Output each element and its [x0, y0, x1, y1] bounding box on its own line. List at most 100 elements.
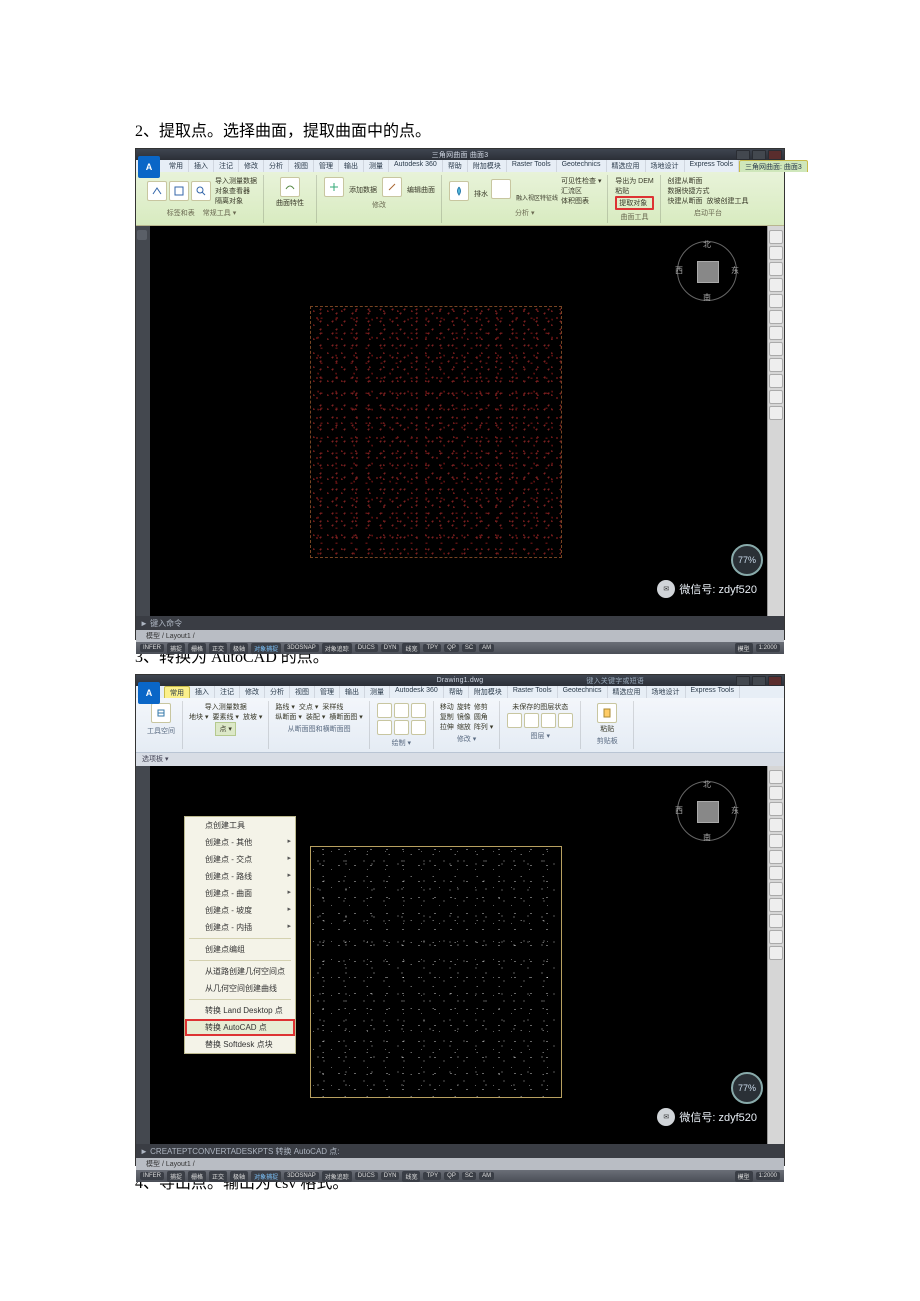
create-section-label[interactable]: 创建从断面 [667, 176, 748, 186]
add-legend-button[interactable] [169, 181, 189, 201]
tab[interactable]: Express Tools [685, 160, 739, 172]
status-chip[interactable]: DUCS [355, 1172, 378, 1180]
tool-icon[interactable] [769, 770, 783, 784]
isolate-label[interactable]: 隔离对象 [215, 196, 257, 206]
status-chip[interactable]: 3DOSNAP [284, 1172, 319, 1180]
status-chip[interactable]: SC [462, 644, 476, 652]
grading-label[interactable]: 放坡 ▾ [243, 712, 262, 722]
add-data-button[interactable] [324, 177, 344, 197]
menu-item[interactable]: 从道路创建几何空间点 [185, 963, 295, 980]
tab[interactable]: Autodesk 360 [389, 160, 443, 172]
drainage-button[interactable] [449, 181, 469, 201]
layout-tabs[interactable]: 模型 / Layout1 / [136, 630, 784, 642]
status-chip[interactable]: 对象追踪 [322, 643, 352, 654]
tab-active[interactable]: 常用 [164, 686, 190, 698]
menu-item-convert-autocad-points[interactable]: 转换 AutoCAD 点 [185, 1019, 295, 1036]
import-survey-label[interactable]: 导入测量数据 [205, 702, 247, 712]
tab[interactable]: 帮助 [444, 686, 469, 698]
points-dropdown[interactable]: 点 ▾ [215, 722, 235, 736]
maximize-button[interactable] [752, 676, 766, 686]
tab[interactable]: 修改 [240, 686, 265, 698]
status-chip[interactable]: 栅格 [188, 1171, 206, 1182]
feature-line-button[interactable] [491, 179, 511, 199]
tool-icon[interactable] [769, 246, 783, 260]
tool-icon[interactable] [769, 930, 783, 944]
tool-icon[interactable] [769, 946, 783, 960]
tool-icon[interactable] [769, 374, 783, 388]
viewcube-top[interactable] [697, 261, 719, 283]
tab[interactable]: 附加模块 [468, 160, 507, 172]
tab[interactable]: 插入 [190, 686, 215, 698]
tab-active[interactable]: 三角网曲面: 曲面3 [739, 160, 808, 172]
import-survey-label[interactable]: 导入测量数据 [215, 176, 257, 186]
menu-item[interactable]: 点创建工具 [185, 817, 295, 834]
tab[interactable]: 输出 [340, 686, 365, 698]
status-chip[interactable]: 正交 [209, 1171, 227, 1182]
status-chip[interactable]: 对象追踪 [322, 1171, 352, 1182]
drawing-canvas[interactable]: 北 南 西 东 77% ✉ 微信号: zdyf520 [150, 226, 767, 616]
tool-icon[interactable] [769, 786, 783, 800]
rotate-label[interactable]: 旋转 [457, 702, 471, 712]
command-line[interactable]: ► 键入命令 [136, 616, 784, 630]
status-chip[interactable]: 捕捉 [167, 1171, 185, 1182]
tab[interactable]: 视图 [289, 160, 314, 172]
arc-icon[interactable] [411, 703, 426, 718]
close-button[interactable] [768, 150, 782, 160]
status-chip[interactable]: INFER [140, 1172, 164, 1180]
section-view-label[interactable]: 横断面图 ▾ [329, 712, 362, 722]
status-chip[interactable]: 对象捕捉 [251, 1171, 281, 1182]
status-chip[interactable]: AM [479, 644, 494, 652]
profile-label[interactable]: 纵断面 ▾ [275, 712, 301, 722]
status-chip[interactable]: TPY [423, 1172, 441, 1180]
palette-dropdown[interactable]: 选项板 ▾ [142, 756, 168, 763]
tab[interactable]: 常用 [164, 160, 189, 172]
tab[interactable]: 附加模块 [469, 686, 508, 698]
status-model[interactable]: 模型 [735, 643, 753, 654]
tab[interactable]: 帮助 [443, 160, 468, 172]
tool-icon[interactable] [769, 882, 783, 896]
app-logo[interactable]: A [138, 156, 160, 178]
status-scale[interactable]: 1:2000 [756, 644, 780, 652]
layer-icon[interactable] [541, 713, 556, 728]
tab[interactable]: 分析 [265, 686, 290, 698]
tool-icon[interactable] [769, 278, 783, 292]
menu-item[interactable]: 转换 Land Desktop 点 [185, 1002, 295, 1019]
layer-state-label[interactable]: 未保存的图层状态 [512, 702, 568, 712]
tab[interactable]: 插入 [189, 160, 214, 172]
layer-icon[interactable] [524, 713, 539, 728]
tab[interactable]: Geotechnics [557, 160, 607, 172]
close-button[interactable] [768, 676, 782, 686]
catchment-label[interactable]: 汇流区 [561, 186, 601, 196]
menu-item[interactable]: 创建点 - 坡度▸ [185, 902, 295, 919]
mirror-label[interactable]: 镜像 [457, 712, 471, 722]
zoom-badge[interactable]: 77% [731, 1072, 763, 1104]
intersection-label[interactable]: 交点 ▾ [299, 702, 318, 712]
tool-icon[interactable] [769, 310, 783, 324]
add-label-button[interactable] [147, 181, 167, 201]
status-chip[interactable]: 3DOSNAP [284, 644, 319, 652]
tab[interactable]: 分析 [264, 160, 289, 172]
status-chip[interactable]: DYN [381, 1172, 400, 1180]
parcel-label[interactable]: 地块 ▾ [189, 712, 208, 722]
status-chip[interactable]: 线宽 [402, 1171, 420, 1182]
fillet-label[interactable]: 圆角 [474, 712, 488, 722]
status-chip[interactable]: DYN [381, 644, 400, 652]
tab[interactable]: 精选应用 [608, 686, 647, 698]
tab[interactable]: 注记 [215, 686, 240, 698]
tab[interactable]: Raster Tools [507, 160, 557, 172]
status-scale[interactable]: 1:2000 [756, 1172, 780, 1180]
tool-icon[interactable] [769, 326, 783, 340]
maximize-button[interactable] [752, 150, 766, 160]
status-chip[interactable]: SC [462, 1172, 476, 1180]
line-icon[interactable] [377, 703, 392, 718]
view-cube[interactable]: 北 南 西 东 [677, 781, 737, 841]
move-label[interactable]: 移动 [440, 702, 454, 712]
export-dem-label[interactable]: 导出为 DEM [615, 176, 654, 186]
tab[interactable]: Raster Tools [508, 686, 558, 698]
tab[interactable]: 场地设计 [647, 686, 686, 698]
menu-item[interactable]: 替换 Softdesk 点块 [185, 1036, 295, 1053]
view-cube[interactable]: 北 南 西 东 [677, 241, 737, 301]
tool-icon[interactable] [769, 294, 783, 308]
tool-icon[interactable] [769, 342, 783, 356]
surface-props-button[interactable] [280, 177, 300, 197]
